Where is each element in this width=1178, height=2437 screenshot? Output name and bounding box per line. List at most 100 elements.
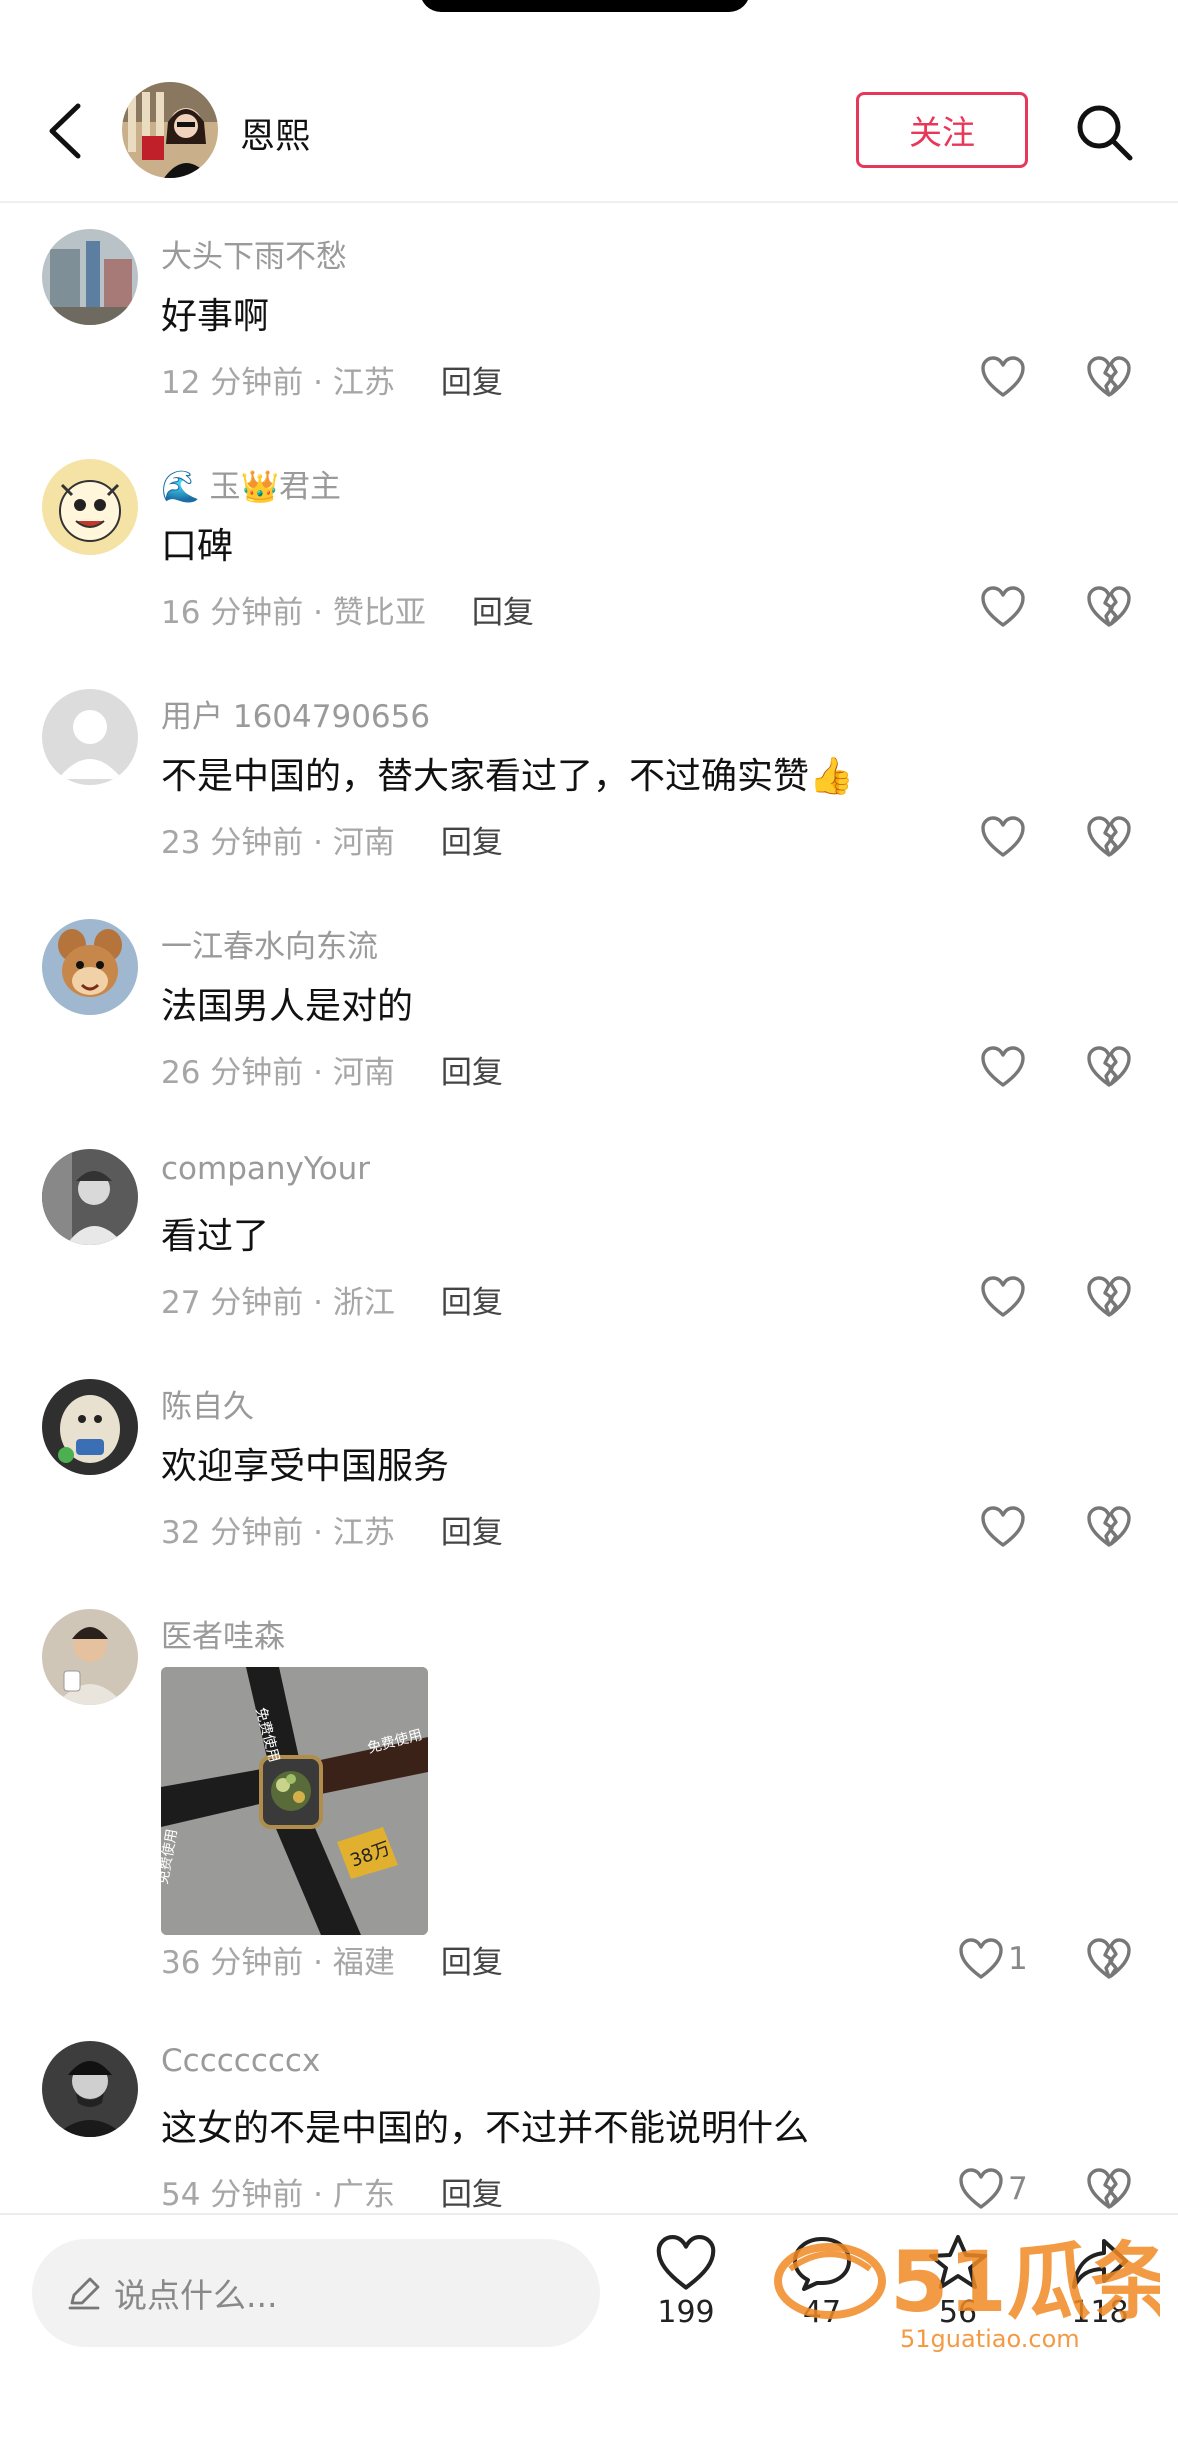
- bottom-action-bar: 说点什么... 199 47 56 118 51瓜条 51guatiao.com: [0, 2213, 1178, 2437]
- heart-icon: [959, 1938, 1003, 1979]
- author-avatar[interactable]: [122, 82, 218, 178]
- reply-button[interactable]: 回复: [472, 587, 534, 632]
- heart-icon: [959, 2168, 1003, 2209]
- reply-button[interactable]: 回复: [441, 1937, 503, 1982]
- like-button[interactable]: 1: [958, 1937, 1028, 1981]
- user-avatar[interactable]: [42, 689, 138, 785]
- user-avatar[interactable]: [42, 1609, 138, 1705]
- heart-icon: [981, 1276, 1025, 1317]
- comment-item: 大头下雨不愁 好事啊 12 分钟前 · 江苏 回复: [0, 205, 1178, 435]
- comment-text: 看过了: [161, 1216, 270, 1257]
- author-name[interactable]: 恩熙: [240, 108, 310, 159]
- comment-time: 27 分钟前: [161, 1285, 304, 1321]
- like-button[interactable]: [980, 815, 1030, 859]
- like-button[interactable]: [980, 1275, 1030, 1319]
- like-count: 1: [1008, 1941, 1028, 1977]
- top-bar: 恩熙 关注: [0, 0, 1178, 203]
- comment-item: companyYour 看过了 27 分钟前 · 浙江 回复: [0, 1125, 1178, 1355]
- heart-icon: [981, 816, 1025, 857]
- comment-time: 23 分钟前: [161, 825, 304, 861]
- broken-heart-icon[interactable]: [1086, 355, 1132, 399]
- comment-location: 赞比亚: [332, 595, 426, 631]
- comment-location: 河南: [332, 825, 395, 861]
- comment-time: 32 分钟前: [161, 1515, 304, 1551]
- heart-icon: [981, 1046, 1025, 1087]
- comment-list[interactable]: 大头下雨不愁 好事啊 12 分钟前 · 江苏 回复 🌊 玉👑君主 口碑 16 分…: [0, 205, 1178, 2213]
- comment-meta: 23 分钟前 · 河南 回复: [161, 817, 503, 862]
- reply-button[interactable]: 回复: [441, 817, 503, 862]
- comment-meta: 12 分钟前 · 江苏 回复: [161, 357, 503, 402]
- comment-time: 54 分钟前: [161, 2177, 304, 2213]
- comment-input[interactable]: 说点什么...: [32, 2239, 600, 2347]
- comment-meta: 32 分钟前 · 江苏 回复: [161, 1507, 503, 1552]
- broken-heart-icon[interactable]: [1086, 1937, 1132, 1981]
- user-avatar[interactable]: [42, 919, 138, 1015]
- comment-username[interactable]: 🌊 玉👑君主: [161, 461, 341, 506]
- comment-text: 法国男人是对的: [161, 986, 414, 1027]
- comment-time: 12 分钟前: [161, 365, 304, 401]
- site-watermark: 51瓜条 51guatiao.com: [774, 2233, 1160, 2353]
- comment-location: 福建: [332, 1945, 395, 1981]
- user-avatar[interactable]: [42, 1149, 138, 1245]
- like-total: 199: [657, 2295, 715, 2330]
- like-button[interactable]: [980, 355, 1030, 399]
- user-avatar[interactable]: [42, 459, 138, 555]
- watermark-url: 51guatiao.com: [900, 2325, 1080, 2353]
- reply-button[interactable]: 回复: [441, 357, 503, 402]
- reply-button[interactable]: 回复: [441, 1047, 503, 1092]
- user-avatar[interactable]: [42, 1379, 138, 1475]
- comment-item: 🌊 玉👑君主 口碑 16 分钟前 · 赞比亚 回复: [0, 435, 1178, 665]
- comment-image[interactable]: 免费使用 免费使用 免费使用 38万: [161, 1667, 428, 1935]
- comment-text: 口碑: [161, 526, 234, 567]
- like-count: 7: [1008, 2171, 1028, 2207]
- comment-location: 江苏: [332, 365, 395, 401]
- comment-username[interactable]: companyYour: [161, 1151, 370, 1187]
- comment-location: 浙江: [332, 1285, 395, 1321]
- broken-heart-icon[interactable]: [1086, 1505, 1132, 1549]
- comment-meta: 16 分钟前 · 赞比亚 回复: [161, 587, 534, 632]
- comment-text: 不是中国的，替大家看过了，不过确实赞👍: [161, 756, 854, 797]
- like-button[interactable]: [980, 1045, 1030, 1089]
- broken-heart-icon[interactable]: [1086, 815, 1132, 859]
- reply-button[interactable]: 回复: [441, 2169, 503, 2213]
- comment-username[interactable]: 一江春水向东流: [161, 921, 378, 966]
- follow-button[interactable]: 关注: [856, 92, 1028, 168]
- comment-location: 河南: [332, 1055, 395, 1091]
- heart-icon: [981, 586, 1025, 627]
- comment-text: 这女的不是中国的，不过并不能说明什么: [161, 2108, 810, 2149]
- broken-heart-icon[interactable]: [1086, 2167, 1132, 2211]
- watermark-logo: 51瓜条: [890, 2233, 1160, 2331]
- like-button[interactable]: [980, 585, 1030, 629]
- comment-item: 陈自久 欢迎享受中国服务 32 分钟前 · 江苏 回复: [0, 1355, 1178, 1585]
- comment-username[interactable]: 医者哇森: [161, 1611, 285, 1656]
- comment-item: 医者哇森 免费使用 免费使用 免费使用 38万 36 分钟前 · 福建 回复 1: [0, 1585, 1178, 2017]
- comment-meta: 26 分钟前 · 河南 回复: [161, 1047, 503, 1092]
- comment-meta: 36 分钟前 · 福建 回复: [161, 1937, 503, 1982]
- comment-item: 用户 1604790656 不是中国的，替大家看过了，不过确实赞👍 23 分钟前…: [0, 665, 1178, 895]
- comment-item: 一江春水向东流 法国男人是对的 26 分钟前 · 河南 回复: [0, 895, 1178, 1125]
- like-action[interactable]: 199: [636, 2233, 736, 2373]
- like-button[interactable]: [980, 1505, 1030, 1549]
- comment-meta: 27 分钟前 · 浙江 回复: [161, 1277, 503, 1322]
- comment-text: 好事啊: [161, 296, 270, 337]
- reply-button[interactable]: 回复: [441, 1277, 503, 1322]
- comment-username[interactable]: 用户 1604790656: [161, 691, 430, 736]
- comment-username[interactable]: 陈自久: [161, 1381, 254, 1426]
- like-button[interactable]: 7: [958, 2167, 1028, 2211]
- comment-text: 欢迎享受中国服务: [161, 1446, 450, 1487]
- user-avatar[interactable]: [42, 229, 138, 325]
- broken-heart-icon[interactable]: [1086, 585, 1132, 629]
- heart-icon: [981, 1506, 1025, 1547]
- broken-heart-icon[interactable]: [1086, 1275, 1132, 1319]
- reply-button[interactable]: 回复: [441, 1507, 503, 1552]
- user-avatar[interactable]: [42, 2041, 138, 2137]
- broken-heart-icon[interactable]: [1086, 1045, 1132, 1089]
- comment-username[interactable]: 大头下雨不愁: [161, 231, 347, 276]
- heart-icon: [656, 2235, 716, 2290]
- comment-meta: 54 分钟前 · 广东 回复: [161, 2169, 503, 2213]
- search-icon[interactable]: [1072, 100, 1136, 164]
- comment-location: 广东: [332, 2177, 395, 2213]
- back-arrow-icon[interactable]: [40, 100, 96, 162]
- comment-location: 江苏: [332, 1515, 395, 1551]
- comment-username[interactable]: Ccccccccx: [161, 2043, 320, 2079]
